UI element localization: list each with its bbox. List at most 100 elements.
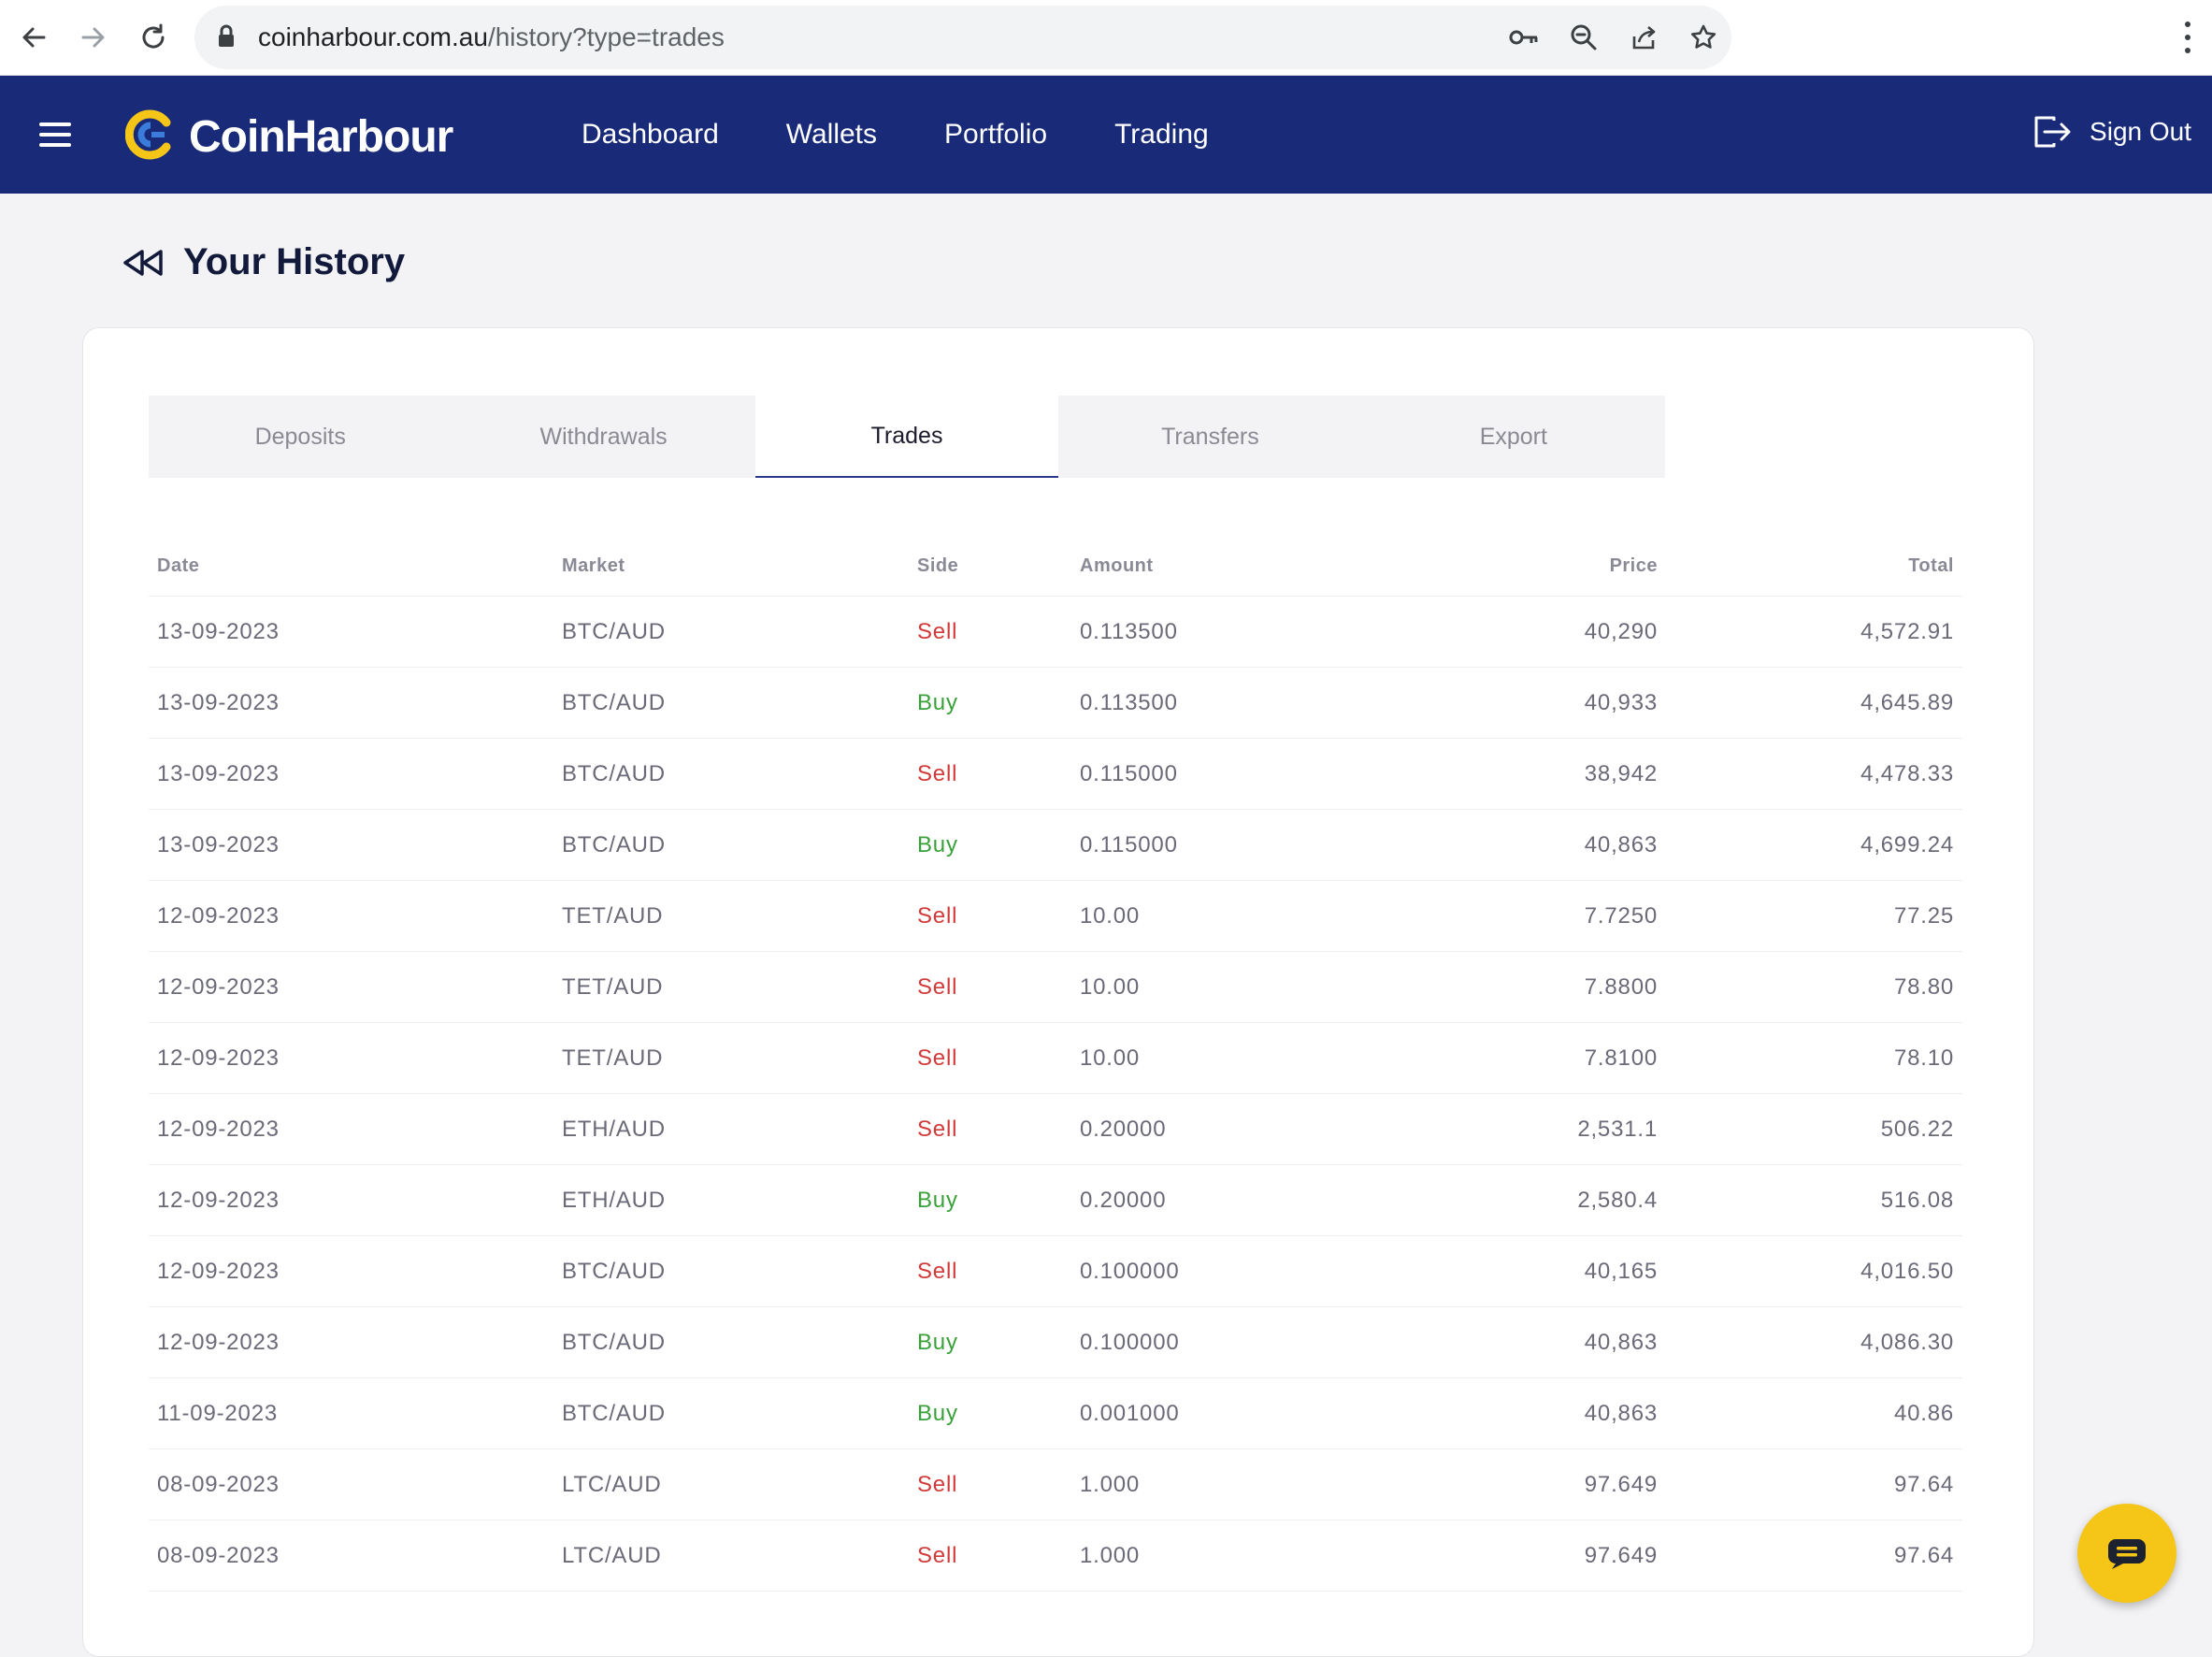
cell-total: 4,572.91	[1666, 596, 1962, 668]
tab-trades[interactable]: Trades	[754, 396, 1059, 478]
browser-toolbar: coinharbour.com.au/history?type=trades	[0, 0, 2212, 76]
star-icon[interactable]	[1687, 21, 1720, 54]
tab-deposits[interactable]: Deposits	[149, 396, 452, 478]
tab-transfers[interactable]: Transfers	[1058, 396, 1361, 478]
back-arrow-icon[interactable]	[9, 13, 58, 62]
cell-price: 97.649	[1369, 1448, 1666, 1520]
page-header: Your History	[122, 241, 405, 283]
cell-total: 40.86	[1666, 1377, 1962, 1449]
column-header-price[interactable]: Price	[1369, 536, 1666, 597]
cell-total: 506.22	[1666, 1093, 1962, 1165]
lock-icon[interactable]	[217, 24, 236, 53]
cell-market: LTC/AUD	[553, 1520, 909, 1592]
nav-portfolio[interactable]: Portfolio	[944, 119, 1047, 151]
cell-side: Sell	[909, 1235, 1071, 1307]
cell-market: TET/AUD	[553, 951, 909, 1023]
cell-total: 97.64	[1666, 1520, 1962, 1592]
menu-dots-icon[interactable]	[2178, 17, 2197, 58]
cell-total: 4,478.33	[1666, 738, 1962, 810]
cell-side: Buy	[909, 809, 1071, 881]
cell-amount: 0.20000	[1071, 1093, 1369, 1165]
cell-side: Sell	[909, 596, 1071, 668]
cell-market: TET/AUD	[553, 1022, 909, 1094]
cell-side: Buy	[909, 1377, 1071, 1449]
url-text[interactable]: coinharbour.com.au/history?type=trades	[258, 22, 725, 52]
column-header-market[interactable]: Market	[553, 536, 909, 597]
cell-market: ETH/AUD	[553, 1093, 909, 1165]
cell-total: 4,016.50	[1666, 1235, 1962, 1307]
cell-price: 7.7250	[1369, 880, 1666, 952]
cell-total: 78.10	[1666, 1022, 1962, 1094]
tab-export[interactable]: Export	[1362, 396, 1665, 478]
tab-withdrawals[interactable]: Withdrawals	[452, 396, 754, 478]
cell-date: 12-09-2023	[149, 951, 553, 1023]
cell-amount: 10.00	[1071, 951, 1369, 1023]
cell-market: BTC/AUD	[553, 596, 909, 668]
cell-market: BTC/AUD	[553, 667, 909, 739]
cell-price: 38,942	[1369, 738, 1666, 810]
table-row: 13-09-2023 BTC/AUD Sell 0.113500 40,290 4,572…	[149, 596, 1962, 668]
sign-out-button[interactable]: Sign Out	[2033, 115, 2191, 149]
cell-price: 40,165	[1369, 1235, 1666, 1307]
key-icon[interactable]	[1507, 21, 1541, 54]
address-bar[interactable]: coinharbour.com.au/history?type=trades	[194, 6, 1731, 69]
cell-date: 11-09-2023	[149, 1377, 553, 1449]
brand-logo[interactable]: CoinHarbour	[124, 109, 453, 165]
hamburger-icon[interactable]	[39, 122, 71, 147]
cell-market: BTC/AUD	[553, 809, 909, 881]
history-tabs: Deposits Withdrawals Trades Transfers Ex…	[149, 396, 1665, 478]
reload-icon[interactable]	[129, 13, 178, 62]
page-title: Your History	[183, 241, 406, 282]
cell-date: 12-09-2023	[149, 1022, 553, 1094]
cell-amount: 0.001000	[1071, 1377, 1369, 1449]
cell-price: 7.8800	[1369, 951, 1666, 1023]
cell-total: 4,645.89	[1666, 667, 1962, 739]
cell-amount: 0.113500	[1071, 667, 1369, 739]
sign-out-label: Sign Out	[2090, 117, 2191, 146]
cell-total: 516.08	[1666, 1164, 1962, 1236]
column-header-date[interactable]: Date	[149, 536, 553, 597]
cell-date: 12-09-2023	[149, 1164, 553, 1236]
brand-name: CoinHarbour	[189, 112, 453, 162]
cell-amount: 0.115000	[1071, 738, 1369, 810]
table-row: 13-09-2023 BTC/AUD Buy 0.115000 40,863 4,699.…	[149, 809, 1962, 881]
table-header-row: Date Market Side Amount Price Total	[149, 536, 1962, 597]
cell-market: TET/AUD	[553, 880, 909, 952]
cell-side: Sell	[909, 1022, 1071, 1094]
cell-side: Sell	[909, 951, 1071, 1023]
cell-amount: 0.113500	[1071, 596, 1369, 668]
cell-market: BTC/AUD	[553, 1377, 909, 1449]
zoom-icon[interactable]	[1567, 21, 1601, 54]
table-row: 08-09-2023 LTC/AUD Sell 1.000 97.649 97.64	[149, 1520, 1962, 1592]
table-row: 08-09-2023 LTC/AUD Sell 1.000 97.649 97.64	[149, 1448, 1962, 1520]
main-nav: Dashboard Wallets Portfolio Trading	[582, 119, 1276, 151]
column-header-side[interactable]: Side	[909, 536, 1071, 597]
forward-arrow-icon[interactable]	[69, 13, 118, 62]
table-row: 12-09-2023 TET/AUD Sell 10.00 7.8800 78.80	[149, 951, 1962, 1023]
nav-dashboard[interactable]: Dashboard	[582, 119, 719, 151]
cell-amount: 1.000	[1071, 1448, 1369, 1520]
rewind-icon[interactable]	[122, 248, 166, 278]
cell-date: 12-09-2023	[149, 1093, 553, 1165]
cell-side: Sell	[909, 738, 1071, 810]
table-row: 12-09-2023 BTC/AUD Buy 0.100000 40,863 4,086.…	[149, 1306, 1962, 1378]
nav-wallets[interactable]: Wallets	[786, 119, 877, 151]
nav-trading[interactable]: Trading	[1114, 119, 1209, 151]
cell-side: Buy	[909, 1306, 1071, 1378]
cell-price: 40,863	[1369, 809, 1666, 881]
cell-price: 2,531.1	[1369, 1093, 1666, 1165]
column-header-amount[interactable]: Amount	[1071, 536, 1369, 597]
table-row: 13-09-2023 BTC/AUD Sell 0.115000 38,942 4,478…	[149, 738, 1962, 810]
table-row: 13-09-2023 BTC/AUD Buy 0.113500 40,933 4,645.…	[149, 667, 1962, 739]
chat-button[interactable]	[2077, 1504, 2176, 1603]
sign-out-icon	[2034, 116, 2071, 148]
cell-price: 40,933	[1369, 667, 1666, 739]
share-icon[interactable]	[1627, 21, 1660, 54]
cell-price: 40,290	[1369, 596, 1666, 668]
cell-date: 08-09-2023	[149, 1448, 553, 1520]
column-header-total[interactable]: Total	[1666, 536, 1962, 597]
cell-price: 40,863	[1369, 1306, 1666, 1378]
cell-market: BTC/AUD	[553, 1235, 909, 1307]
cell-market: ETH/AUD	[553, 1164, 909, 1236]
cell-date: 13-09-2023	[149, 738, 553, 810]
